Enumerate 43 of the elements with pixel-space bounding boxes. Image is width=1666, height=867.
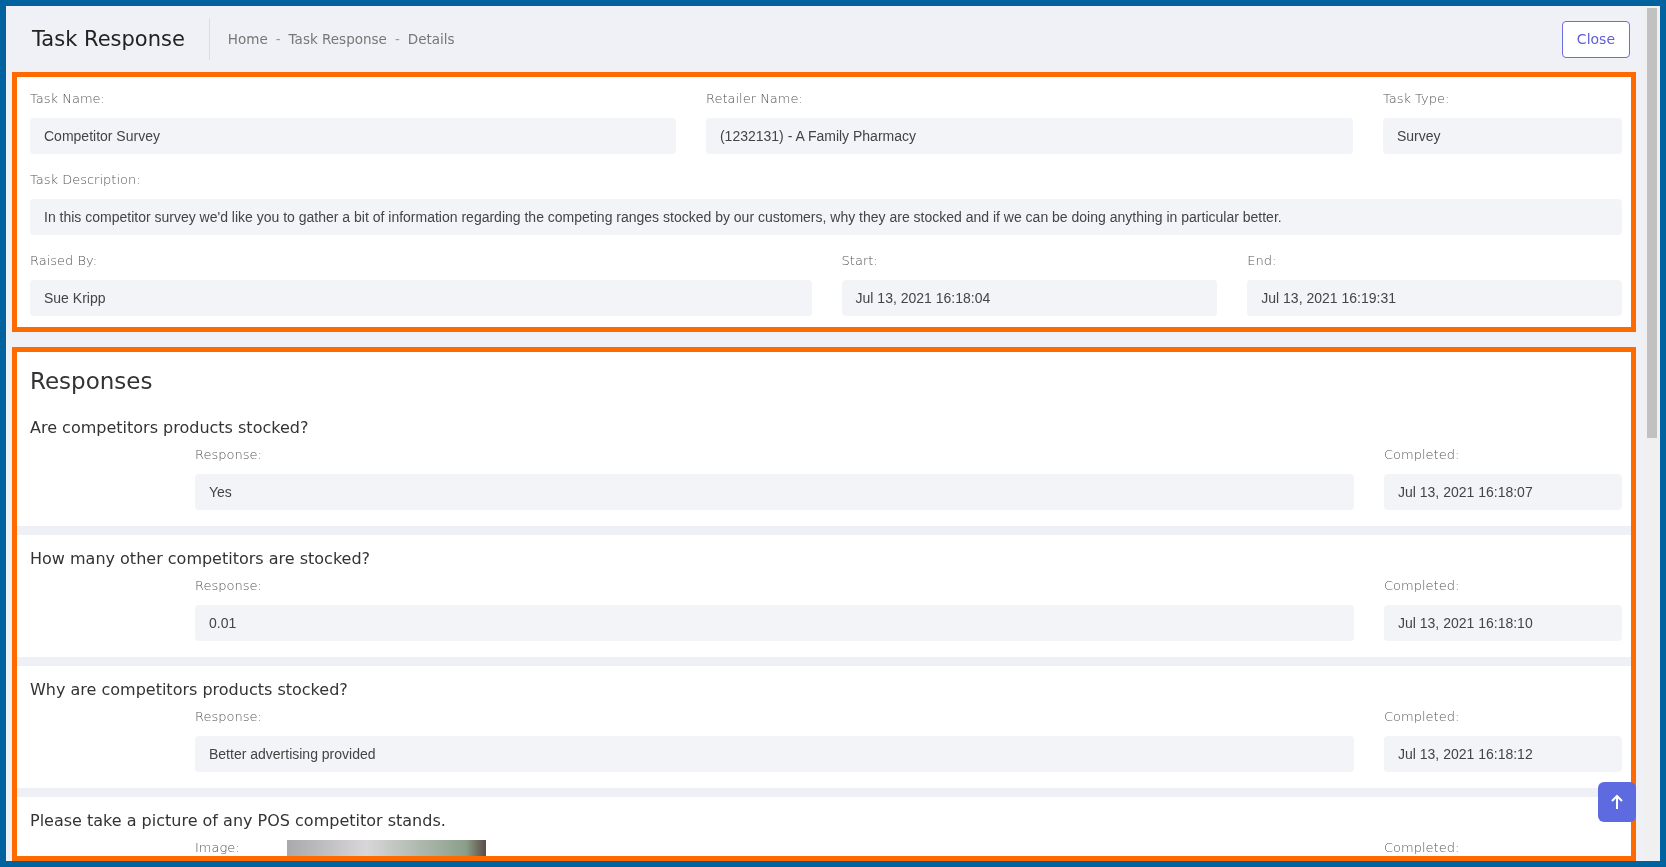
question-text: Why are competitors products stocked? — [30, 680, 349, 699]
field-label: Task Type: — [1382, 91, 1451, 106]
readonly-field: Jul 13, 2021 16:18:07 — [1384, 474, 1622, 510]
breadcrumb-separator: - — [275, 31, 281, 47]
field-label: Response: — [195, 447, 263, 462]
readonly-field: Jul 13, 2021 16:19:31 — [1247, 280, 1622, 316]
readonly-field: Yes — [195, 474, 1354, 510]
breadcrumb-separator: - — [394, 31, 400, 47]
field-label: Completed: — [1384, 709, 1461, 724]
field-label: Image: — [195, 840, 240, 855]
scroll-top-button[interactable] — [1598, 782, 1636, 822]
question-text: Please take a picture of any POS competitor stands. — [30, 811, 447, 830]
close-button[interactable]: Close — [1561, 20, 1630, 58]
question-text: Are competitors products stocked? — [30, 418, 310, 437]
scrollbar-thumb[interactable] — [1647, 8, 1657, 438]
field-label: Completed: — [1384, 578, 1461, 593]
readonly-field: Competitor Survey — [30, 118, 676, 154]
readonly-field: Sue Kripp — [30, 280, 812, 316]
field-label: Response: — [195, 709, 263, 724]
breadcrumb-link[interactable]: Home — [227, 31, 268, 47]
readonly-field: Better advertising provided — [195, 736, 1354, 772]
field-label: End: — [1247, 253, 1278, 268]
readonly-field: Jul 13, 2021 16:18:12 — [1384, 736, 1622, 772]
field-label: Task Description: — [30, 172, 142, 187]
page-title: Task Response — [32, 18, 210, 60]
readonly-field: Survey — [1382, 118, 1622, 154]
readonly-field: Jul 13, 2021 16:18:10 — [1384, 605, 1622, 641]
field-label: Completed: — [1384, 840, 1461, 855]
arrow-up-icon — [1610, 794, 1624, 810]
readonly-field: In this competitor survey we'd like you to gather a bit of information regarding the competing ranges stocked by our customers, why they are stocked and if we can be doing anything in particular better. — [30, 199, 1622, 235]
readonly-field: (1232131) - A Family Pharmacy — [705, 118, 1353, 154]
field-label: Completed: — [1384, 447, 1461, 462]
breadcrumb-link[interactable]: Details — [407, 31, 455, 47]
field-label: Retailer Name: — [705, 91, 804, 106]
section-heading: Responses — [29, 367, 154, 396]
question-text: How many other competitors are stocked? — [30, 549, 372, 568]
readonly-field: Jul 13, 2021 16:18:04 — [841, 280, 1218, 316]
field-label: Response: — [195, 578, 263, 593]
field-label: Task Name: — [30, 91, 106, 106]
readonly-field: 0.01 — [195, 605, 1354, 641]
field-label: Raised By: — [30, 253, 99, 268]
breadcrumb-link[interactable]: Task Response — [288, 31, 387, 47]
field-label: Start: — [841, 253, 879, 268]
